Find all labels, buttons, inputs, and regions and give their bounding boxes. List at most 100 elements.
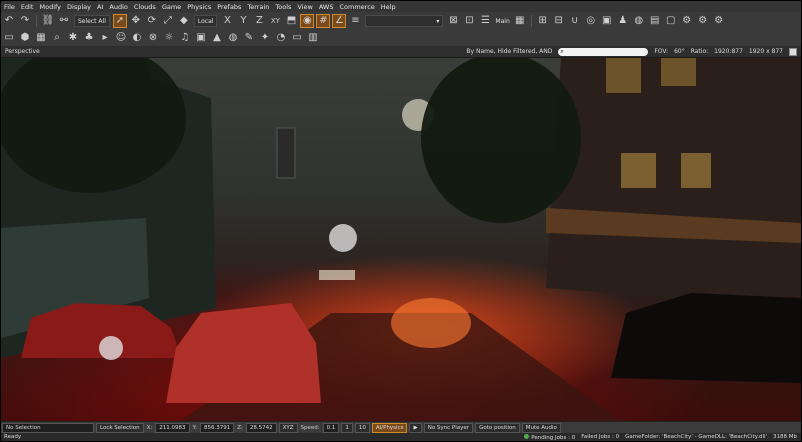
sphere-icon[interactable]: ◍ <box>632 14 646 28</box>
rotate-icon[interactable]: ⟳ <box>145 14 159 28</box>
menu-clouds[interactable]: Clouds <box>131 3 159 11</box>
menu-aws[interactable]: AWS <box>316 3 337 11</box>
layer-name[interactable]: Main <box>495 18 509 25</box>
lighting-icon[interactable]: ☼ <box>162 31 176 45</box>
camera-icon[interactable]: ▢ <box>664 14 678 28</box>
object-snap-icon[interactable]: ◉ <box>300 14 315 28</box>
settings-icon[interactable]: ⚙ <box>680 14 694 28</box>
menu-prefabs[interactable]: Prefabs <box>214 3 244 11</box>
perspective-viewport[interactable] <box>1 58 801 421</box>
export-icon[interactable]: ⚙ <box>696 14 710 28</box>
menu-display[interactable]: Display <box>64 3 94 11</box>
ui-editor-icon[interactable]: ▣ <box>194 31 208 45</box>
menu-ai[interactable]: AI <box>94 3 106 11</box>
viewport-search-input[interactable]: ⌕ <box>558 47 649 56</box>
layer-menu-icon[interactable]: ▦ <box>513 14 527 28</box>
play-icon[interactable]: ▶ <box>409 423 422 433</box>
menu-game[interactable]: Game <box>159 3 184 11</box>
terrain-editor-icon[interactable]: ▲ <box>210 31 224 45</box>
selection-set-dropdown[interactable]: ▾ <box>365 15 444 27</box>
plugin-icon[interactable]: ▥ <box>306 31 320 45</box>
magnifier-icon[interactable]: ⌕ <box>50 31 64 45</box>
goto-position-button[interactable]: Goto position <box>475 423 520 433</box>
link-icon[interactable]: ⛓ <box>41 14 55 28</box>
audio-icon[interactable]: ♫ <box>178 31 192 45</box>
menu-audio[interactable]: Audio <box>106 3 130 11</box>
speed-1-button[interactable]: 1 <box>341 423 353 433</box>
move-icon[interactable]: ✥ <box>129 14 143 28</box>
track-view-icon[interactable]: ▸ <box>98 31 112 45</box>
asset-browser-icon[interactable]: ▦ <box>34 31 48 45</box>
particle-icon[interactable]: ✱ <box>66 31 80 45</box>
view-icon[interactable]: ▤ <box>648 14 662 28</box>
menu-view[interactable]: View <box>294 3 315 11</box>
material-icon[interactable]: ▣ <box>600 14 614 28</box>
x-coordinate-field[interactable]: 211.0983 <box>155 423 190 433</box>
script-icon[interactable]: ✎ <box>242 31 256 45</box>
selection-field[interactable]: No Selection <box>2 423 94 433</box>
align-to-object-icon[interactable]: ⊟ <box>552 14 566 28</box>
paint-icon[interactable]: ◆ <box>177 14 191 28</box>
axis-x-button[interactable]: X <box>220 14 234 28</box>
grid-snap-icon[interactable]: # <box>316 14 331 28</box>
cube-icon[interactable]: ⬢ <box>18 31 32 45</box>
unlink-icon[interactable]: ⚯ <box>57 14 71 28</box>
flowgraph-icon[interactable]: ⊗ <box>146 31 160 45</box>
no-sync-player-button[interactable]: No Sync Player <box>423 423 474 433</box>
viewport-title[interactable]: Perspective <box>1 48 40 55</box>
freeze-selection-icon[interactable]: ⊡ <box>462 14 476 28</box>
axis-z-button[interactable]: Z <box>252 14 266 28</box>
redo-icon[interactable]: ↷ <box>18 14 32 28</box>
viewport-filter-text: By Name, Hide Filtered, AND <box>466 48 553 55</box>
angle-snap-icon[interactable]: ∠ <box>332 14 347 28</box>
menu-commerce[interactable]: Commerce <box>336 3 377 11</box>
menu-modify[interactable]: Modify <box>36 3 64 11</box>
maximize-viewport-button[interactable] <box>789 47 797 56</box>
ruler-icon[interactable]: ≡ <box>348 14 362 28</box>
status-bar: Ready Pending Jobs : 0 Failed Jobs : 0 G… <box>1 433 801 441</box>
menu-physics[interactable]: Physics <box>184 3 214 11</box>
terrain-snap-icon[interactable]: ⬒ <box>284 14 298 28</box>
hide-selection-icon[interactable]: ⊠ <box>446 14 460 28</box>
undo-icon[interactable]: ↶ <box>2 14 16 28</box>
physics-icon[interactable]: ◎ <box>584 14 598 28</box>
mannequin-icon[interactable]: ♟ <box>616 14 630 28</box>
align-icon[interactable]: ⊞ <box>536 14 550 28</box>
menu-tools[interactable]: Tools <box>272 3 294 11</box>
select-all-dropdown[interactable]: Select All <box>74 15 110 27</box>
secondary-toolbar: ▭ ⬢ ▦ ⌕ ✱ ♣ ▸ ☺ ◐ ⊗ ☼ ♫ ▣ ▲ ◍ ✎ ✦ ◔ ▭ ▥ <box>1 30 801 47</box>
z-coordinate-field[interactable]: 28.5742 <box>245 423 277 433</box>
window <box>661 58 696 86</box>
vegetation-icon[interactable]: ♣ <box>82 31 96 45</box>
lightbulb-icon[interactable]: ✦ <box>258 31 272 45</box>
layers-icon[interactable]: ☰ <box>478 14 492 28</box>
menu-edit[interactable]: Edit <box>18 3 37 11</box>
gear-icon[interactable]: ⚙ <box>712 14 726 28</box>
right-building <box>546 58 801 308</box>
globe-icon[interactable]: ◍ <box>226 31 240 45</box>
axis-y-button[interactable]: Y <box>236 14 250 28</box>
menu-terrain[interactable]: Terrain <box>244 3 272 11</box>
character-icon[interactable]: ☺ <box>114 31 128 45</box>
fov-value[interactable]: 60° <box>674 48 685 55</box>
ai-physics-button[interactable]: AI/Physics <box>371 423 408 433</box>
scale-icon[interactable]: ⤢ <box>161 14 175 28</box>
ratio-value[interactable]: 1920:877 <box>714 48 743 55</box>
magnet-icon[interactable]: ∪ <box>568 14 582 28</box>
lock-selection-button[interactable]: Lock Selection <box>96 423 144 433</box>
coord-system-dropdown[interactable]: Local <box>193 15 218 27</box>
axis-xy-button[interactable]: XY <box>268 14 282 28</box>
speed-10-button[interactable]: 10 <box>354 423 370 433</box>
console-icon[interactable]: ▭ <box>290 31 304 45</box>
y-coordinate-field[interactable]: 856.3791 <box>200 423 235 433</box>
menu-file[interactable]: File <box>1 3 18 11</box>
material-editor-icon[interactable]: ◐ <box>130 31 144 45</box>
database-icon[interactable]: ▭ <box>2 31 16 45</box>
xyz-toggle-button[interactable]: XYZ <box>278 423 298 433</box>
lua-icon[interactable]: ◔ <box>274 31 288 45</box>
select-cursor-icon[interactable]: ➚ <box>112 14 127 28</box>
menu-help[interactable]: Help <box>378 3 399 11</box>
resolution-value[interactable]: 1920 x 877 <box>749 48 783 55</box>
mute-audio-button[interactable]: Mute Audio <box>521 423 561 433</box>
speed-field[interactable]: 0.1 <box>322 423 340 433</box>
